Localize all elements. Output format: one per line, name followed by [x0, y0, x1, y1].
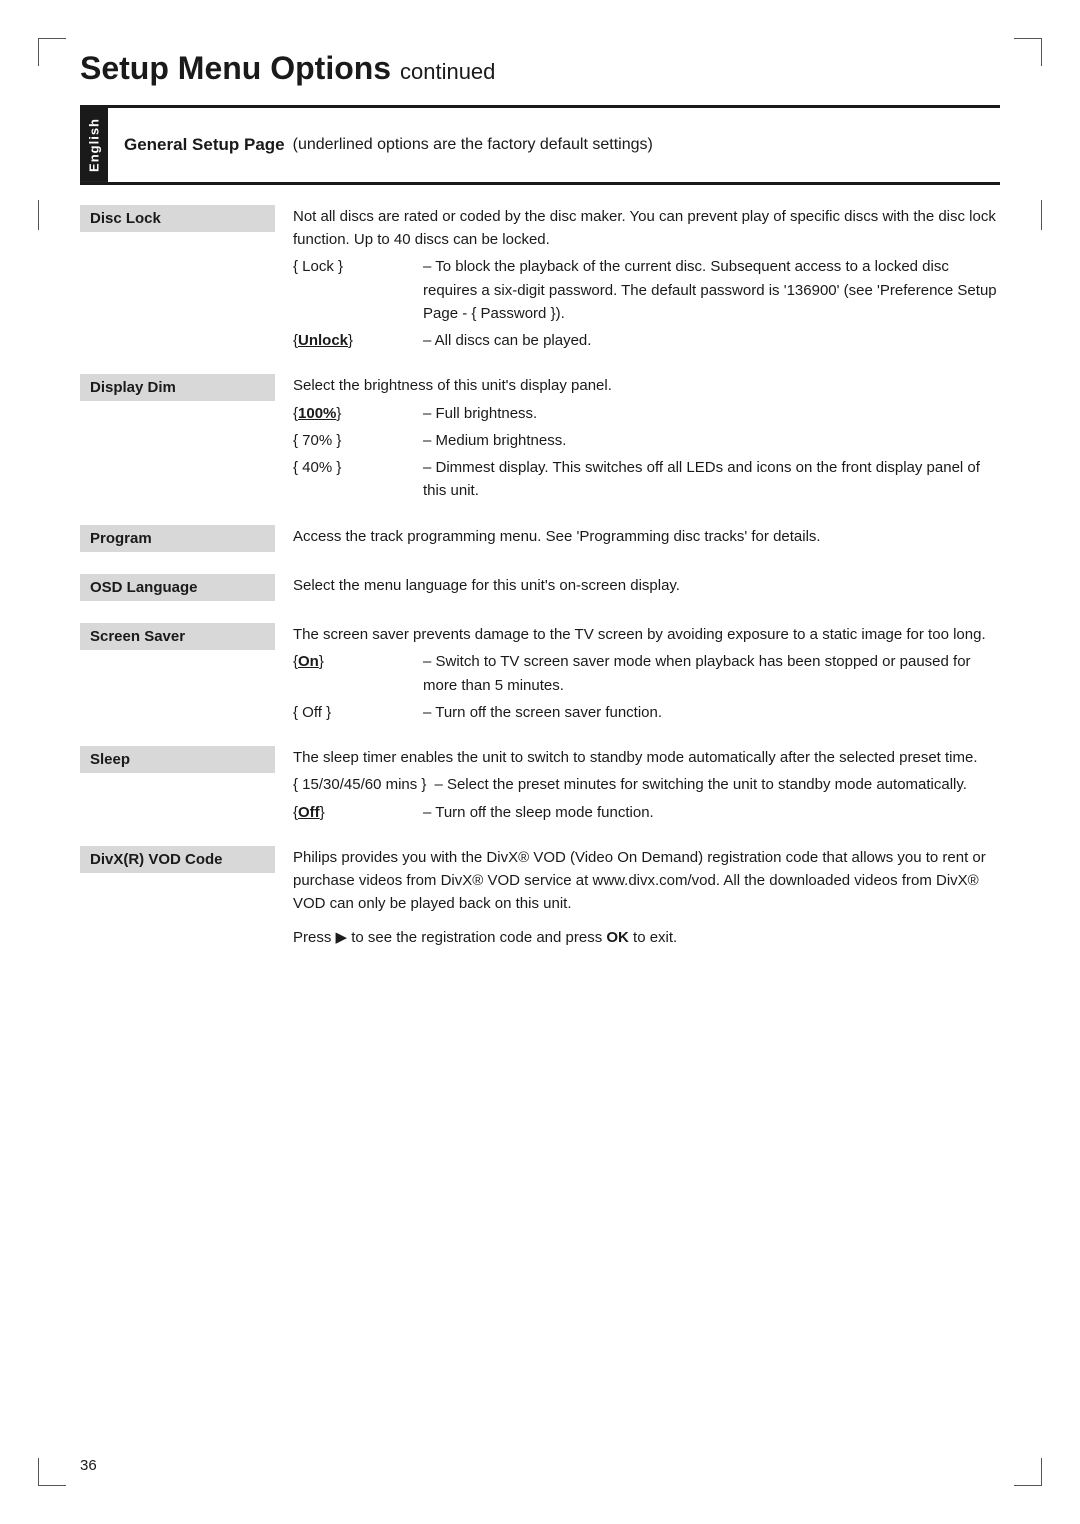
menu-description-text: Select the brightness of this unit's dis… — [293, 374, 1000, 397]
page-container: Setup Menu Options continued English Gen… — [0, 0, 1080, 1524]
menu-row: OSD Language Select the menu language for… — [80, 574, 1000, 601]
menu-description-text: The screen saver prevents damage to the … — [293, 623, 1000, 646]
section-header: English General Setup Page (underlined o… — [80, 105, 1000, 185]
option-desc: – Turn off the screen saver function. — [423, 701, 1000, 724]
menu-row: Program Access the track programming menu… — [80, 525, 1000, 552]
menu-description: The sleep timer enables the unit to swit… — [293, 746, 1000, 824]
menu-description-text: Not all discs are rated or coded by the … — [293, 205, 1000, 252]
menu-label: Disc Lock — [80, 205, 275, 232]
content-area: Disc Lock Not all discs are rated or code… — [80, 185, 1000, 953]
option-desc: – Select the preset minutes for switchin… — [434, 773, 1000, 796]
option-row: { Off }– Turn off the screen saver funct… — [293, 701, 1000, 724]
option-desc: – Switch to TV screen saver mode when pl… — [423, 650, 1000, 697]
option-row: { 15/30/45/60 mins }– Select the preset … — [293, 773, 1000, 796]
corner-decoration — [1041, 38, 1042, 66]
menu-rows-container: Disc Lock Not all discs are rated or code… — [80, 205, 1000, 953]
page-number-text: 36 — [80, 1457, 97, 1474]
side-mark-right — [1041, 200, 1042, 230]
option-key: { Off } — [293, 701, 423, 724]
menu-description-text: Select the menu language for this unit's… — [293, 574, 1000, 597]
menu-description: Not all discs are rated or coded by the … — [293, 205, 1000, 353]
menu-label: Sleep — [80, 746, 275, 773]
option-desc: – Turn off the sleep mode function. — [423, 801, 1000, 824]
option-key: { Lock } — [293, 255, 423, 278]
page-title-text: Setup Menu Options — [80, 50, 391, 86]
option-key: { 70% } — [293, 429, 423, 452]
section-title-text: General Setup Page — [124, 135, 285, 155]
corner-decoration — [38, 1458, 39, 1486]
option-key: {Unlock} — [293, 329, 423, 352]
option-row: { Lock }– To block the playback of the c… — [293, 255, 1000, 325]
corner-decoration — [38, 1485, 66, 1486]
page-number: 36 — [80, 1457, 97, 1474]
menu-label: Screen Saver — [80, 623, 275, 650]
option-key: { 40% } — [293, 456, 423, 479]
menu-description: Select the brightness of this unit's dis… — [293, 374, 1000, 502]
menu-description-text: Philips provides you with the DivX® VOD … — [293, 846, 1000, 916]
option-row: {Off}– Turn off the sleep mode function. — [293, 801, 1000, 824]
corner-decoration — [38, 38, 39, 66]
menu-description: The screen saver prevents damage to the … — [293, 623, 1000, 724]
menu-row: Display Dim Select the brightness of this… — [80, 374, 1000, 502]
menu-row: DivX(R) VOD Code Philips provides you wit… — [80, 846, 1000, 953]
option-key: { 15/30/45/60 mins } — [293, 773, 434, 796]
english-tab: English — [80, 108, 108, 182]
page-title-continued: continued — [400, 59, 495, 84]
page-title: Setup Menu Options continued — [80, 40, 1000, 87]
corner-decoration — [1014, 1485, 1042, 1486]
option-desc: – Full brightness. — [423, 402, 1000, 425]
section-subtitle: (underlined options are the factory defa… — [293, 136, 653, 154]
option-key: {On} — [293, 650, 423, 673]
menu-extra-text: Press ▶ to see the registration code and… — [293, 926, 1000, 949]
menu-label: DivX(R) VOD Code — [80, 846, 275, 873]
corner-decoration — [38, 38, 66, 39]
option-row: {Unlock}– All discs can be played. — [293, 329, 1000, 352]
menu-description: Select the menu language for this unit's… — [293, 574, 1000, 601]
side-mark-left — [38, 200, 39, 230]
menu-description-text: The sleep timer enables the unit to swit… — [293, 746, 1000, 769]
option-desc: – To block the playback of the current d… — [423, 255, 1000, 325]
option-desc: – All discs can be played. — [423, 329, 1000, 352]
option-desc: – Dimmest display. This switches off all… — [423, 456, 1000, 503]
sidebar-label: English — [87, 118, 102, 172]
option-row: { 40% }– Dimmest display. This switches … — [293, 456, 1000, 503]
menu-label: Display Dim — [80, 374, 275, 401]
option-row: {100%}– Full brightness. — [293, 402, 1000, 425]
option-desc: – Medium brightness. — [423, 429, 1000, 452]
menu-label: Program — [80, 525, 275, 552]
menu-description-text: Access the track programming menu. See '… — [293, 525, 1000, 548]
option-key: {Off} — [293, 801, 423, 824]
option-row: { 70% }– Medium brightness. — [293, 429, 1000, 452]
option-key: {100%} — [293, 402, 423, 425]
section-title: General Setup Page (underlined options a… — [108, 108, 669, 182]
menu-description: Philips provides you with the DivX® VOD … — [293, 846, 1000, 953]
option-row: {On}– Switch to TV screen saver mode whe… — [293, 650, 1000, 697]
menu-row: Sleep The sleep timer enables the unit to… — [80, 746, 1000, 824]
menu-row: Screen Saver The screen saver prevents da… — [80, 623, 1000, 724]
menu-row: Disc Lock Not all discs are rated or code… — [80, 205, 1000, 353]
menu-description: Access the track programming menu. See '… — [293, 525, 1000, 552]
corner-decoration — [1041, 1458, 1042, 1486]
corner-decoration — [1014, 38, 1042, 39]
menu-label: OSD Language — [80, 574, 275, 601]
